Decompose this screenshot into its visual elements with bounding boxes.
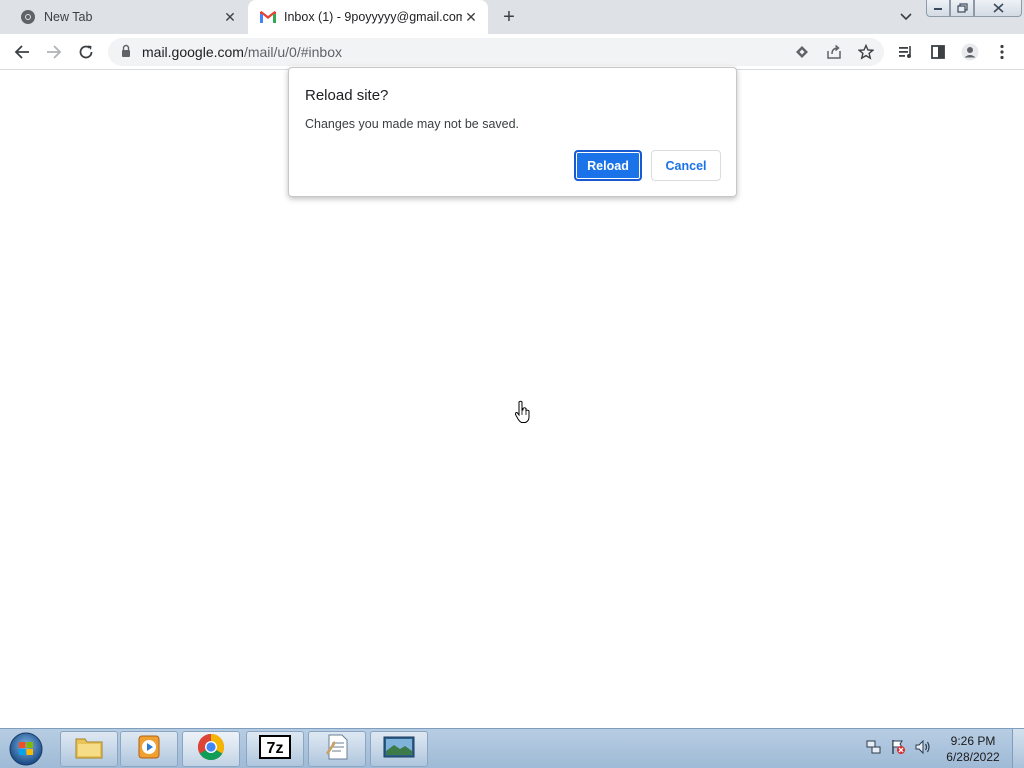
browser-toolbar: mail.google.com/mail/u/0/#inbox bbox=[0, 34, 1024, 70]
reload-icon[interactable] bbox=[76, 42, 96, 62]
close-tab-icon[interactable]: ✕ bbox=[462, 8, 480, 26]
url-host: mail.google.com bbox=[142, 44, 244, 60]
tab-title: New Tab bbox=[44, 10, 93, 24]
chevron-down-icon[interactable] bbox=[896, 7, 916, 27]
taskbar-document-app[interactable] bbox=[308, 731, 366, 767]
bookmark-star-icon[interactable] bbox=[856, 42, 876, 62]
taskbar-chrome[interactable] bbox=[182, 731, 240, 767]
reload-site-dialog: Reload site? Changes you made may not be… bbox=[288, 67, 737, 197]
media-player-icon bbox=[135, 733, 163, 766]
volume-icon[interactable] bbox=[914, 739, 932, 760]
gmail-icon bbox=[260, 9, 276, 25]
show-desktop-button[interactable] bbox=[1012, 729, 1024, 768]
svg-text:7z: 7z bbox=[267, 740, 284, 757]
folder-icon bbox=[74, 734, 104, 765]
taskbar-7zip[interactable]: 7z bbox=[246, 731, 304, 767]
network-icon[interactable] bbox=[866, 739, 882, 760]
back-arrow-icon[interactable] bbox=[12, 42, 32, 62]
taskbar: 7z 9:26 PM 6/28/2022 bbox=[0, 728, 1024, 768]
document-icon bbox=[324, 733, 350, 766]
hand-cursor-icon bbox=[514, 400, 532, 429]
taskbar-file-explorer[interactable] bbox=[60, 731, 118, 767]
extension-diamond-icon[interactable] bbox=[792, 42, 812, 62]
chrome-icon bbox=[197, 733, 225, 766]
profile-avatar-icon[interactable] bbox=[960, 42, 980, 62]
lock-icon[interactable] bbox=[120, 44, 132, 63]
clock-time: 9:26 PM bbox=[950, 734, 996, 748]
tab-title: Inbox (1) - 9poyyyyy@gmail.com bbox=[284, 10, 462, 24]
share-icon[interactable] bbox=[824, 42, 844, 62]
action-center-flag-icon[interactable] bbox=[890, 739, 906, 760]
7zip-icon: 7z bbox=[259, 734, 291, 764]
side-panel-icon[interactable] bbox=[928, 42, 948, 62]
new-tab-button[interactable]: + bbox=[498, 6, 520, 28]
forward-arrow-icon[interactable] bbox=[44, 42, 64, 62]
menu-kebab-icon[interactable] bbox=[992, 42, 1012, 62]
system-clock[interactable]: 9:26 PM 6/28/2022 bbox=[940, 733, 1006, 765]
reload-button[interactable]: Reload bbox=[574, 150, 642, 181]
taskbar-image-viewer[interactable] bbox=[370, 731, 428, 767]
image-viewer-icon bbox=[383, 735, 415, 764]
restore-button[interactable] bbox=[950, 0, 974, 17]
system-tray bbox=[866, 729, 932, 768]
clock-date: 6/28/2022 bbox=[946, 750, 1000, 764]
url-path: /mail/u/0/#inbox bbox=[243, 44, 342, 60]
media-control-icon[interactable] bbox=[896, 42, 916, 62]
tab-inbox[interactable]: Inbox (1) - 9poyyyyy@gmail.com ✕ bbox=[248, 0, 488, 34]
address-bar[interactable]: mail.google.com/mail/u/0/#inbox bbox=[108, 38, 884, 66]
close-tab-icon[interactable]: ✕ bbox=[221, 8, 239, 26]
dialog-message: Changes you made may not be saved. bbox=[305, 117, 520, 131]
tab-new-tab[interactable]: New Tab ✕ bbox=[0, 0, 247, 34]
dialog-title: Reload site? bbox=[305, 87, 389, 104]
minimize-button[interactable] bbox=[926, 0, 950, 17]
tab-strip: New Tab ✕ Inbox (1) - 9poyyyyy@gmail.com… bbox=[0, 0, 1024, 34]
start-button[interactable] bbox=[6, 731, 46, 767]
url-text: mail.google.com/mail/u/0/#inbox bbox=[142, 44, 342, 60]
taskbar-media-player[interactable] bbox=[120, 731, 178, 767]
window-controls bbox=[926, 0, 1022, 18]
chrome-icon bbox=[20, 9, 36, 25]
close-window-button[interactable] bbox=[974, 0, 1022, 17]
cancel-button[interactable]: Cancel bbox=[651, 150, 721, 181]
